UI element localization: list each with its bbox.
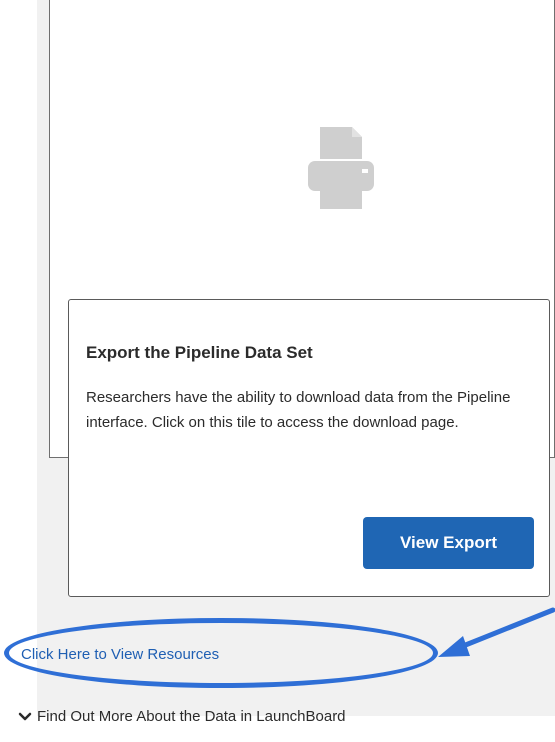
export-popover: Export the Pipeline Data Set Researchers… [68, 299, 550, 597]
popover-title: Export the Pipeline Data Set [86, 343, 313, 362]
printer-icon [308, 127, 374, 209]
view-export-button[interactable]: View Export [363, 517, 534, 569]
popover-description: Researchers have the ability to download… [86, 389, 511, 431]
find-out-more-label: Find Out More About the Data in LaunchBo… [37, 708, 346, 725]
highlight-ellipse [4, 618, 438, 688]
find-out-more-toggle[interactable]: Find Out More About the Data in LaunchBo… [18, 708, 346, 725]
chevron-down-icon [18, 712, 32, 720]
arrow-icon [438, 607, 555, 657]
